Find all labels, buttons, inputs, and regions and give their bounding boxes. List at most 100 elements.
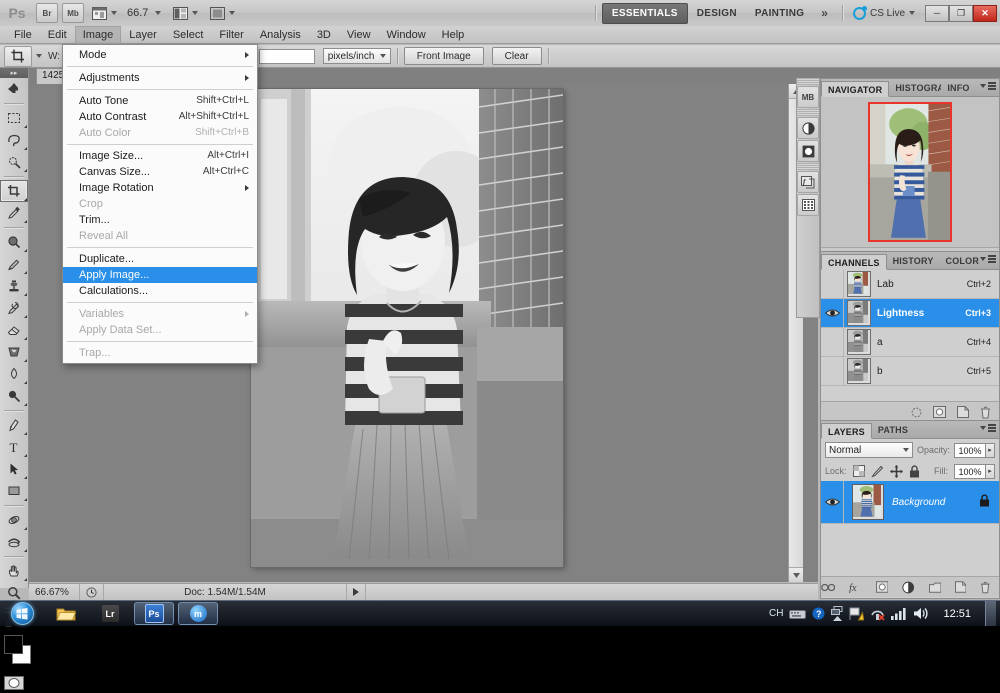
- link-layers-icon[interactable]: [821, 583, 835, 592]
- menu-option-calculations[interactable]: Calculations...: [63, 283, 257, 299]
- fill-stepper[interactable]: ▸: [986, 464, 995, 479]
- channel-row-a[interactable]: aCtrl+4: [821, 328, 999, 357]
- hand-tool[interactable]: [0, 560, 28, 582]
- menu-item-file[interactable]: File: [6, 26, 40, 44]
- menu-item-select[interactable]: Select: [165, 26, 212, 44]
- channel-row-lightness[interactable]: LightnessCtrl+3: [821, 299, 999, 328]
- load-channel-as-selection-icon[interactable]: [911, 407, 922, 418]
- masks-panel-icon[interactable]: [797, 140, 819, 162]
- menu-option-image-size[interactable]: Image Size...Alt+Ctrl+I: [63, 148, 257, 164]
- rectangle-shape-tool[interactable]: [0, 480, 28, 502]
- menu-item-help[interactable]: Help: [434, 26, 473, 44]
- menu-item-image[interactable]: Image: [75, 26, 122, 44]
- scroll-down-button[interactable]: [789, 567, 803, 582]
- taskbar-photoshop-button[interactable]: Ps: [134, 602, 174, 625]
- add-layer-style-icon[interactable]: fx: [849, 581, 861, 593]
- menu-item-3d[interactable]: 3D: [309, 26, 339, 44]
- create-new-channel-icon[interactable]: [957, 406, 969, 418]
- history-brush-tool[interactable]: [0, 297, 28, 319]
- close-button[interactable]: ✕: [973, 5, 997, 22]
- channel-visibility-toggle[interactable]: [821, 328, 844, 356]
- document-image[interactable]: [251, 89, 563, 567]
- channel-visibility-toggle[interactable]: [821, 299, 844, 327]
- opacity-control[interactable]: 100% ▸: [954, 443, 995, 458]
- spot-healing-brush-tool[interactable]: [0, 231, 28, 253]
- menu-option-canvas-size[interactable]: Canvas Size...Alt+Ctrl+C: [63, 164, 257, 180]
- tab-layers[interactable]: LAYERS: [821, 423, 872, 439]
- navigator-panel-menu-button[interactable]: [980, 82, 996, 90]
- action-center-flag-warning-icon[interactable]: [849, 607, 864, 621]
- zoom-level-value[interactable]: 66.7: [127, 7, 148, 19]
- lock-image-pixels-icon[interactable]: [871, 465, 884, 478]
- save-selection-as-channel-icon[interactable]: [933, 406, 946, 418]
- channel-row-lab[interactable]: LabCtrl+2: [821, 270, 999, 299]
- quick-selection-tool[interactable]: [0, 151, 28, 173]
- tray-overflow-group[interactable]: [831, 606, 843, 621]
- minimize-button[interactable]: ─: [925, 5, 949, 22]
- channel-visibility-toggle[interactable]: [821, 357, 844, 385]
- menu-option-auto-tone[interactable]: Auto ToneShift+Ctrl+L: [63, 93, 257, 109]
- clone-stamp-tool[interactable]: [0, 275, 28, 297]
- screen-mode-button[interactable]: [210, 7, 235, 20]
- gradient-tool[interactable]: [0, 341, 28, 363]
- tab-paths[interactable]: PATHS: [872, 422, 914, 438]
- layer-name[interactable]: Background: [892, 497, 979, 508]
- eraser-tool[interactable]: [0, 319, 28, 341]
- lock-transparent-pixels-icon[interactable]: [853, 465, 865, 477]
- taskbar-explorer-button[interactable]: [46, 602, 86, 625]
- workspace-tab-design[interactable]: DESIGN: [688, 4, 746, 23]
- menu-option-duplicate[interactable]: Duplicate...: [63, 251, 257, 267]
- tab-color[interactable]: COLOR: [940, 253, 986, 269]
- workspace-overflow-button[interactable]: »: [813, 6, 836, 20]
- pen-tool[interactable]: [0, 414, 28, 436]
- bridge-button[interactable]: Br: [36, 3, 58, 23]
- zoom-chevron-down-icon[interactable]: [155, 11, 161, 15]
- rectangular-marquee-tool[interactable]: [0, 107, 28, 129]
- menu-option-apply-image[interactable]: Apply Image...: [63, 267, 257, 283]
- histogram-panel-icon[interactable]: [797, 194, 819, 216]
- start-button[interactable]: [0, 601, 44, 626]
- tools-panel-grip[interactable]: ▸▸: [0, 68, 28, 78]
- mini-bridge-panel-icon[interactable]: MB: [797, 86, 819, 108]
- menu-option-image-rotation[interactable]: Image Rotation: [63, 180, 257, 196]
- rail-grip[interactable]: [797, 109, 819, 116]
- volume-icon[interactable]: [913, 607, 929, 620]
- status-zoom-value[interactable]: 66.67%: [29, 587, 79, 598]
- 3d-object-rotate-tool[interactable]: [0, 509, 28, 531]
- menu-option-trim[interactable]: Trim...: [63, 212, 257, 228]
- ime-language-indicator[interactable]: CH: [769, 608, 783, 619]
- rail-grip[interactable]: [797, 163, 819, 170]
- menu-option-mode[interactable]: Mode: [63, 47, 257, 63]
- resolution-unit-select[interactable]: pixels/inch: [323, 48, 391, 64]
- adjustments-panel-icon[interactable]: [797, 117, 819, 139]
- add-layer-mask-icon[interactable]: [876, 581, 888, 593]
- brush-tool[interactable]: [0, 253, 28, 275]
- quick-mask-button[interactable]: [0, 673, 28, 693]
- blend-mode-select[interactable]: Normal: [825, 442, 913, 458]
- tab-histogram[interactable]: HISTOGRAM: [889, 80, 941, 96]
- blur-tool[interactable]: [0, 363, 28, 385]
- network-alert-icon[interactable]: [870, 607, 885, 621]
- menu-item-edit[interactable]: Edit: [40, 26, 75, 44]
- channel-visibility-toggle[interactable]: [821, 270, 844, 298]
- image-menu-dropdown[interactable]: ModeAdjustmentsAuto ToneShift+Ctrl+LAuto…: [62, 44, 258, 364]
- delete-layer-icon[interactable]: [980, 581, 991, 594]
- taskbar-lightroom-button[interactable]: Lr: [90, 602, 130, 625]
- menu-item-analysis[interactable]: Analysis: [252, 26, 309, 44]
- show-desktop-button[interactable]: [985, 601, 996, 626]
- cs-live-button[interactable]: CS Live: [849, 7, 919, 20]
- clear-button[interactable]: Clear: [492, 47, 542, 65]
- fill-control[interactable]: 100% ▸: [954, 464, 995, 479]
- eyedropper-tool[interactable]: [0, 202, 28, 224]
- channels-panel-menu-button[interactable]: [980, 255, 996, 263]
- move-tool[interactable]: [0, 78, 28, 100]
- channel-row-b[interactable]: bCtrl+5: [821, 357, 999, 386]
- view-extras-button[interactable]: [92, 7, 117, 20]
- signal-bars-icon[interactable]: [891, 607, 907, 620]
- opacity-stepper[interactable]: ▸: [986, 443, 995, 458]
- foreground-color-swatch[interactable]: [4, 635, 23, 654]
- tab-channels[interactable]: CHANNELS: [821, 254, 887, 270]
- dodge-tool[interactable]: [0, 385, 28, 407]
- lasso-tool[interactable]: [0, 129, 28, 151]
- menu-option-auto-contrast[interactable]: Auto ContrastAlt+Shift+Ctrl+L: [63, 109, 257, 125]
